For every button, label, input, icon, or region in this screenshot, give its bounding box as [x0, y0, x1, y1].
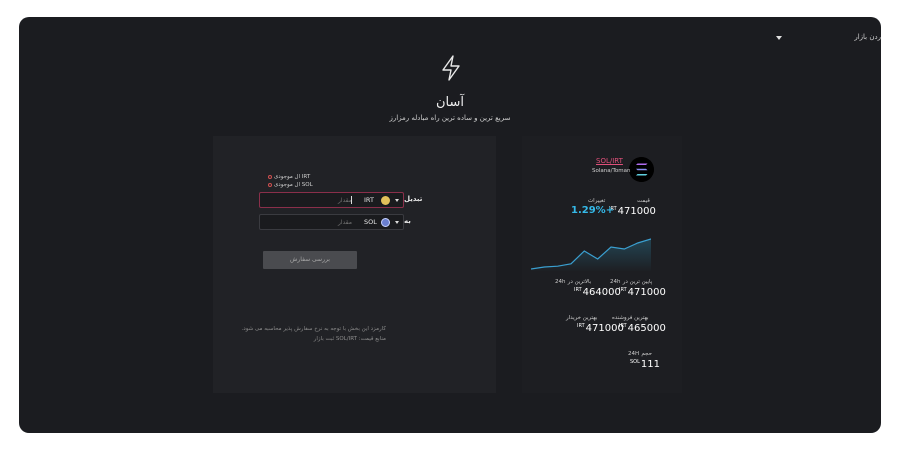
review-order-button[interactable]: بررسی سفارش	[263, 251, 357, 269]
market-view-link[interactable]: ردن بازار	[854, 33, 881, 41]
price-label: قیمت	[637, 198, 650, 204]
toman-coin-icon	[381, 196, 390, 205]
best-sell-label: بهترین فروشنده	[612, 315, 649, 321]
to-amount-input[interactable]	[266, 215, 352, 229]
solana-icon	[381, 218, 390, 227]
brand-title: آسان	[435, 95, 464, 110]
low-24h-label: پایین ترین در 24h	[610, 279, 653, 285]
from-amount-input[interactable]	[266, 193, 352, 207]
best-buy-label: بهترین خریدار	[566, 315, 598, 321]
volume-24h-label: حجم 24H	[628, 351, 652, 357]
change-label: تغییرات	[588, 198, 606, 204]
available-irt: ال موجودی IRT	[268, 174, 310, 180]
text-caret	[351, 196, 352, 204]
info-icon	[268, 182, 272, 187]
chevron-down-icon[interactable]	[395, 221, 399, 224]
to-currency-label[interactable]: SOL	[364, 218, 377, 226]
from-label: تبدیل	[404, 195, 423, 203]
best-sell-value: IRT471000	[577, 323, 624, 334]
lightning-bolt-icon	[442, 55, 460, 81]
to-label: به	[404, 217, 411, 225]
info-icon	[268, 174, 272, 179]
price-sparkline	[531, 238, 651, 272]
to-amount-field[interactable]: SOL	[259, 214, 404, 230]
fee-note: کارمزد این بخش با توجه به نرخ سفارش پذیر…	[241, 326, 386, 332]
from-amount-field[interactable]: IRT	[259, 192, 404, 208]
brand-subtitle: سریع ترین و ساده ترین راه مبادله رمزارز	[389, 114, 511, 122]
solana-icon	[629, 157, 654, 182]
chevron-down-icon[interactable]	[776, 36, 782, 40]
volume-24h-value: SOL111	[630, 359, 660, 370]
high-24h-value: IRT471000	[619, 287, 666, 298]
pair-name: Solana/Toman	[592, 168, 631, 174]
change-value: 1.29%+	[571, 205, 615, 216]
low-24h-value: IRT464000	[574, 287, 621, 298]
best-buy-value: IRT465000	[619, 323, 666, 334]
price-source-note: منابع قیمت: SOL/IRT ثبت بازار	[313, 336, 386, 342]
chevron-down-icon[interactable]	[395, 199, 399, 202]
high-24h-label: بالاترین در 24h	[555, 279, 592, 285]
from-currency-label[interactable]: IRT	[364, 196, 374, 204]
available-sol: ال موجودی SOL	[268, 182, 313, 188]
pair-link[interactable]: SOL/IRT	[596, 157, 623, 165]
price-value: IRT471000	[609, 206, 656, 217]
